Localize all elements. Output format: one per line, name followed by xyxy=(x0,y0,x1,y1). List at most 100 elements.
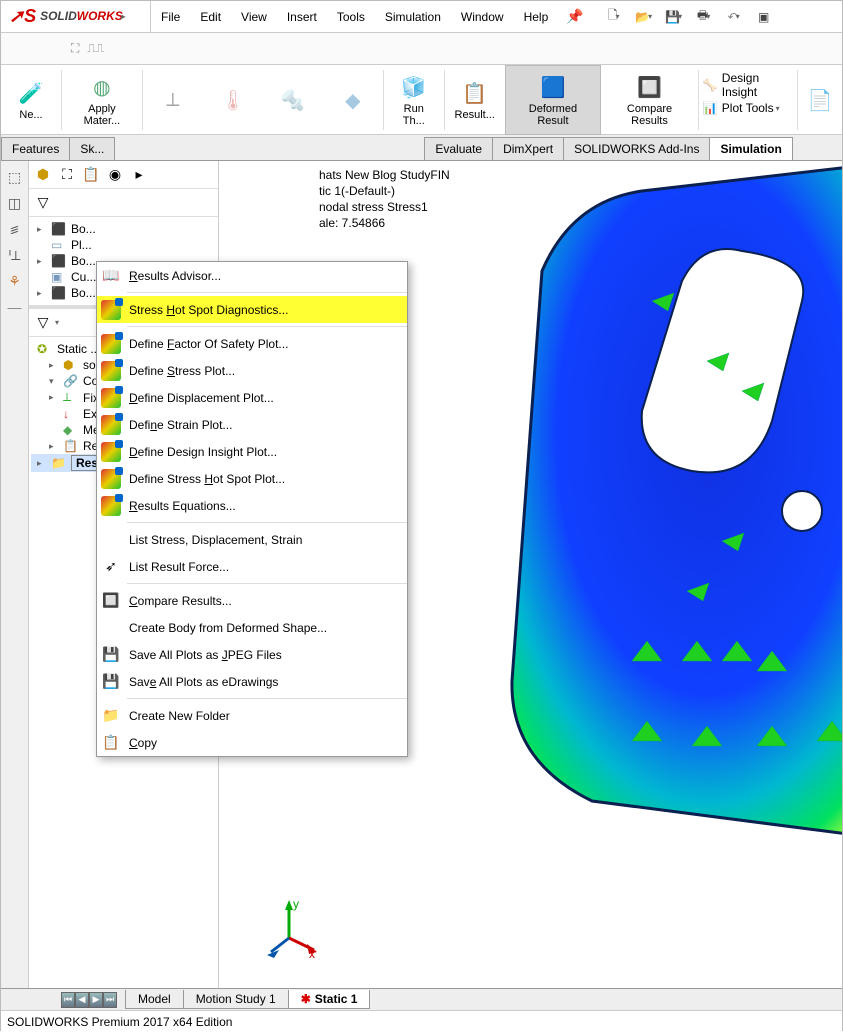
menu-view[interactable]: View xyxy=(231,1,277,33)
force-icon: ➶ xyxy=(101,557,121,577)
context-menu-item[interactable]: Define Strain Plot... xyxy=(97,411,407,438)
display-icon[interactable]: ◉ xyxy=(105,165,125,185)
feature-tree-item[interactable]: ▸⬛Bo... xyxy=(31,221,216,237)
tab-evaluate[interactable]: Evaluate xyxy=(424,137,493,160)
context-menu-item[interactable]: Define Design Insight Plot... xyxy=(97,438,407,465)
context-menu-label: Define Strain Plot... xyxy=(129,418,232,432)
tab-features[interactable]: Features xyxy=(1,137,70,160)
context-menu-label: Define Displacement Plot... xyxy=(129,391,274,405)
tab-simulation[interactable]: Simulation xyxy=(709,137,792,160)
context-menu-label: Define Stress Hot Spot Plot... xyxy=(129,472,285,486)
status-bar: SOLIDWORKS Premium 2017 x64 Edition xyxy=(1,1010,842,1032)
ribbon-connections[interactable]: 🔩 xyxy=(263,65,323,135)
print-icon[interactable]: 🖶▾ xyxy=(692,5,716,29)
bottom-tab-motion[interactable]: Motion Study 1 xyxy=(183,990,289,1009)
filter-icon[interactable]: ▽ xyxy=(33,313,53,333)
context-menu-separator xyxy=(127,583,407,584)
property-icon[interactable]: 📋 xyxy=(81,165,101,185)
context-menu-item[interactable]: 📖Results Advisor... xyxy=(97,262,407,289)
blank-icon xyxy=(101,618,121,638)
menu-file[interactable]: File xyxy=(151,1,190,33)
compare-icon: 🔲 xyxy=(636,73,664,101)
ribbon-new-study[interactable]: 🧪 Ne... xyxy=(1,65,61,135)
ribbon-apply-material[interactable]: ◍ Apply Mater... xyxy=(62,65,142,135)
context-menu-item[interactable]: Stress Hot Spot Diagnostics... xyxy=(97,296,407,323)
ribbon-report[interactable]: 📄 xyxy=(798,65,842,135)
context-menu-item[interactable]: 📁Create New Folder xyxy=(97,702,407,729)
ribbon-design-insight[interactable]: 🦴Design Insight xyxy=(703,71,793,99)
tab-addins[interactable]: SOLIDWORKS Add-Ins xyxy=(563,137,710,160)
rainbow-icon xyxy=(101,442,121,462)
nav-last-icon[interactable]: ⏭ xyxy=(103,992,117,1008)
menu-edit[interactable]: Edit xyxy=(190,1,231,33)
deformed-icon: 🟦 xyxy=(539,73,567,101)
filter-bar: ▽ xyxy=(29,189,218,217)
nav-next-icon[interactable]: ▶ xyxy=(89,992,103,1008)
save-icon: 💾 xyxy=(101,672,121,692)
context-menu-item[interactable]: Define Displacement Plot... xyxy=(97,384,407,411)
pin-icon[interactable]: 📌 xyxy=(558,8,591,25)
main-area: 📖Results Advisor... Stress Hot Spot Diagn… xyxy=(1,161,842,988)
context-menu-label: List Result Force... xyxy=(129,560,229,574)
ribbon-results-advisor[interactable]: 📋 Result... xyxy=(445,65,505,135)
ribbon-fixtures[interactable]: ⟂ xyxy=(143,65,203,135)
context-menu-item[interactable]: 💾Save All Plots as eDrawings xyxy=(97,668,407,695)
tab-sketch[interactable]: Sk... xyxy=(69,137,115,160)
app-logo: ➚S SOLIDWORKS ▸ xyxy=(1,1,151,33)
open-doc-icon[interactable]: 📂▾ xyxy=(632,5,656,29)
context-menu-item[interactable]: 🔲Compare Results... xyxy=(97,587,407,614)
context-menu-item[interactable]: Define Stress Hot Spot Plot... xyxy=(97,465,407,492)
undo-icon[interactable]: ↶▾ xyxy=(722,5,746,29)
context-menu-label: Copy xyxy=(129,736,157,750)
section-view-icon[interactable]: ꠵ xyxy=(5,219,25,239)
bottom-tab-model[interactable]: Model xyxy=(125,990,184,1009)
tab-dimxpert[interactable]: DimXpert xyxy=(492,137,564,160)
compare-icon: 🔲 xyxy=(101,591,121,611)
more-icon[interactable]: ▸ xyxy=(129,165,149,185)
ribbon-mesh[interactable]: ◆ xyxy=(323,65,383,135)
feature-tree-icon[interactable]: ⬢ xyxy=(33,165,53,185)
context-menu-item[interactable]: List Stress, Displacement, Strain xyxy=(97,526,407,553)
feature-tree-item[interactable]: ▭Pl... xyxy=(31,237,216,253)
ribbon-deformed-result[interactable]: 🟦 Deformed Result xyxy=(505,65,601,135)
menu-tools[interactable]: Tools xyxy=(327,1,375,33)
orientation-icon[interactable]: ◫ xyxy=(5,193,25,213)
context-menu-item[interactable]: ➶ List Result Force... xyxy=(97,553,407,580)
quick-access-toolbar: 🗋▾ 📂▾ 💾▾ 🖶▾ ↶▾ ▣ xyxy=(592,5,776,29)
filter-icon[interactable]: ▽ xyxy=(33,193,53,213)
context-menu-item[interactable]: Define Factor Of Safety Plot... xyxy=(97,330,407,357)
context-menu-item[interactable]: 💾Save All Plots as JPEG Files xyxy=(97,641,407,668)
context-menu-item[interactable]: Create Body from Deformed Shape... xyxy=(97,614,407,641)
ribbon: 🧪 Ne... ◍ Apply Mater... ⟂ 🌡 🔩 ◆ 🧊 Run T… xyxy=(1,65,842,135)
context-menu-item[interactable]: 📋Copy xyxy=(97,729,407,756)
sketch-icon[interactable]: ⛶ xyxy=(71,41,79,56)
context-menu-item[interactable]: Results Equations... xyxy=(97,492,407,519)
config-icon[interactable]: ⛶ xyxy=(57,165,77,185)
run-icon: 🧊 xyxy=(400,73,428,101)
context-menu-label: Define Design Insight Plot... xyxy=(129,445,277,459)
ribbon-run[interactable]: 🧊 Run Th... xyxy=(384,65,444,135)
save-icon: 💾 xyxy=(101,645,121,665)
select-icon[interactable]: ▣ xyxy=(752,5,776,29)
menu-help[interactable]: Help xyxy=(514,1,559,33)
ribbon-loads[interactable]: 🌡 xyxy=(203,65,263,135)
bottom-tab-static[interactable]: ✱Static 1 xyxy=(288,990,371,1009)
signal-icon[interactable]: ⎍⎍ xyxy=(87,41,104,56)
model-view-icon[interactable]: ⬚ xyxy=(5,167,25,187)
tab-navigator[interactable]: ⏮ ◀ ▶ ⏭ xyxy=(61,992,117,1008)
hide-show-icon[interactable]: ᑊ⟂ xyxy=(5,245,25,265)
save-icon[interactable]: 💾▾ xyxy=(662,5,686,29)
menu-insert[interactable]: Insert xyxy=(277,1,327,33)
rainbow-icon xyxy=(101,415,121,435)
logo-dropdown-icon[interactable]: ▸ xyxy=(121,12,125,21)
ribbon-compare-results[interactable]: 🔲 Compare Results xyxy=(601,65,698,135)
ribbon-plot-tools[interactable]: 📊Plot Tools▾ xyxy=(703,101,793,115)
menu-window[interactable]: Window xyxy=(451,1,514,33)
context-menu-item[interactable]: Define Stress Plot... xyxy=(97,357,407,384)
menu-simulation[interactable]: Simulation xyxy=(375,1,451,33)
nav-prev-icon[interactable]: ◀ xyxy=(75,992,89,1008)
new-doc-icon[interactable]: 🗋▾ xyxy=(602,5,626,29)
appearance-icon[interactable]: ⚘ xyxy=(5,271,25,291)
scene-icon[interactable]: — xyxy=(5,297,25,317)
nav-first-icon[interactable]: ⏮ xyxy=(61,992,75,1008)
